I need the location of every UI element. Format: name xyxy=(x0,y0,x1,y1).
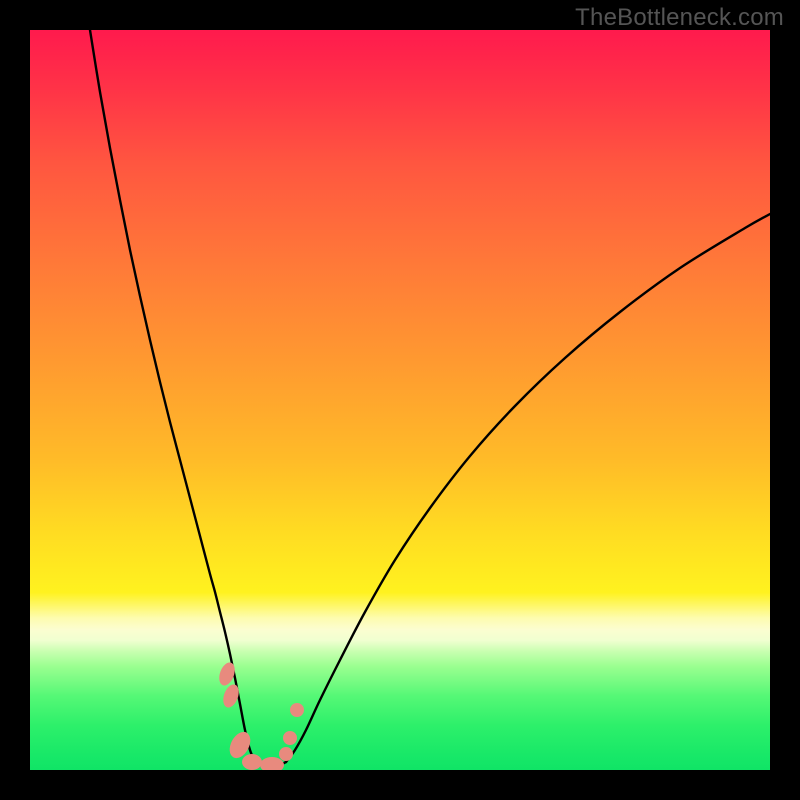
marker-dot xyxy=(283,731,297,745)
markers xyxy=(216,660,304,770)
curves-svg xyxy=(30,30,770,770)
marker-lozenge xyxy=(242,754,262,770)
marker-lozenge xyxy=(260,757,284,770)
right-curve xyxy=(286,214,770,762)
chart-frame: TheBottleneck.com xyxy=(0,0,800,800)
left-curve xyxy=(90,30,255,762)
watermark-text: TheBottleneck.com xyxy=(575,4,784,32)
marker-dot xyxy=(279,747,293,761)
plot-area xyxy=(30,30,770,770)
marker-dot xyxy=(290,703,304,717)
